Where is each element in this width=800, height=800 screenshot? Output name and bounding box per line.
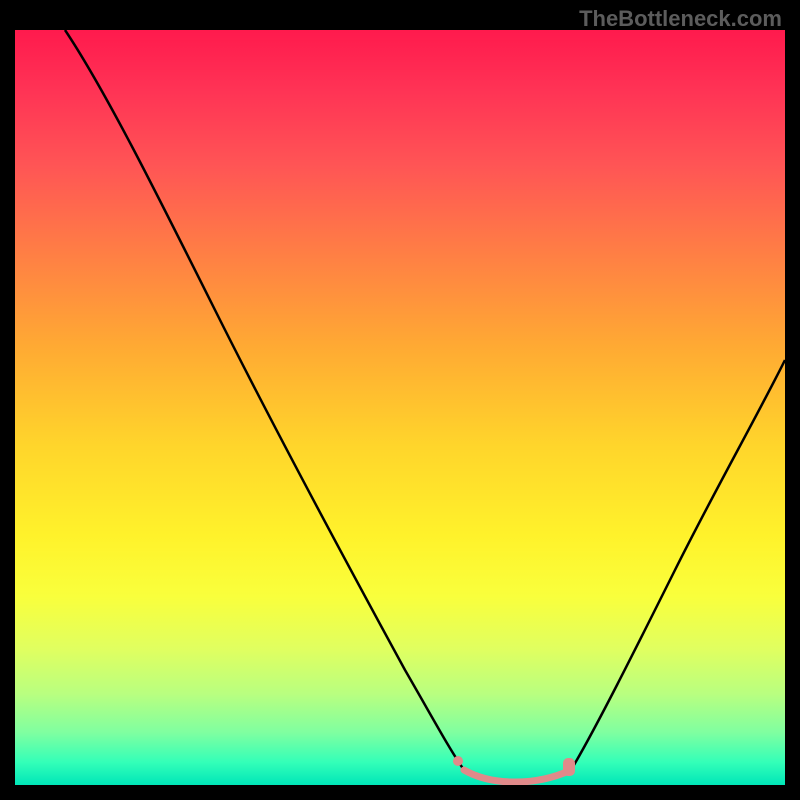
bottom-black-border: [0, 785, 800, 800]
left-curve: [65, 30, 464, 770]
bottom-flat-segment: [464, 770, 571, 782]
chart-svg: [15, 30, 785, 785]
marker-left: [453, 756, 463, 766]
watermark-text: TheBottleneck.com: [579, 6, 782, 32]
right-curve: [571, 360, 785, 770]
marker-right: [563, 758, 575, 776]
chart-plot-area: [15, 30, 785, 785]
